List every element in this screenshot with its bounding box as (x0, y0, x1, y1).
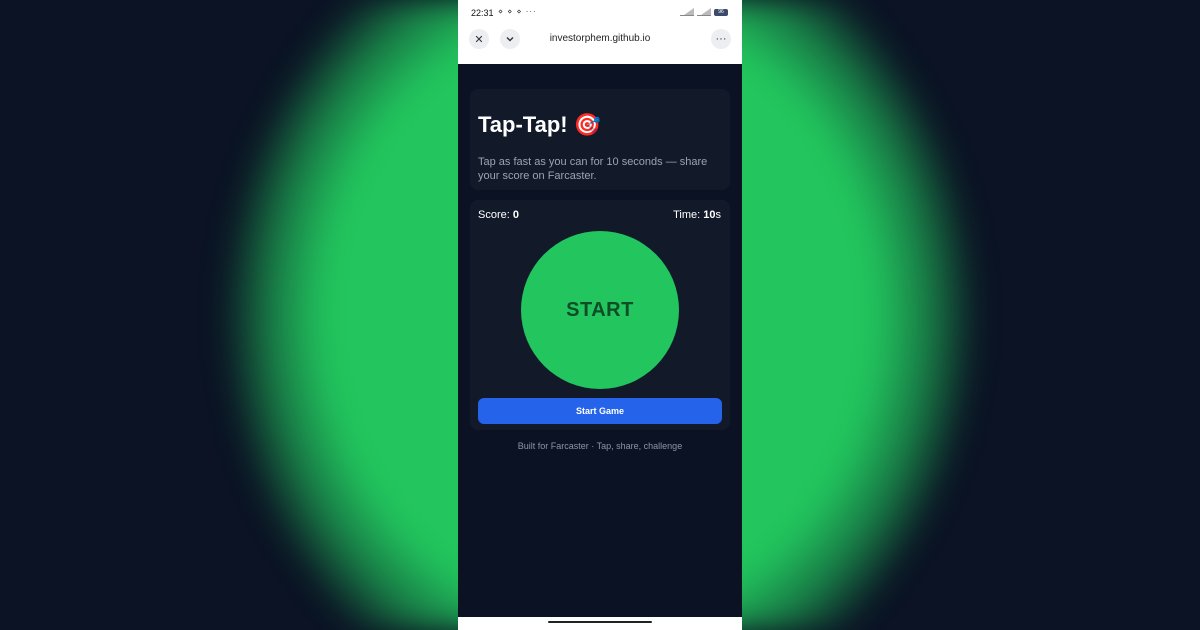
more-button[interactable]: ··· (711, 29, 731, 49)
header-card: Tap-Tap! 🎯 Tap as fast as you can for 10… (470, 89, 730, 190)
score-display: Score: 0 (478, 209, 519, 221)
tap-circle-label: START (566, 298, 634, 321)
game-card: Score: 0 Time: 10s START Start Game (470, 200, 730, 430)
page-title: Tap-Tap! 🎯 (478, 112, 602, 137)
time-value: 10 (703, 209, 716, 221)
home-indicator[interactable] (548, 621, 652, 623)
url-text[interactable]: investorphem.github.io (518, 33, 682, 44)
page-description: Tap as fast as you can for 10 seconds — … (478, 156, 708, 182)
start-game-button[interactable]: Start Game (478, 398, 722, 424)
more-icon: ··· (715, 33, 727, 45)
battery-icon: 96 (714, 8, 728, 16)
chevron-button[interactable] (500, 29, 520, 49)
browser-header: 22:31 ⋄ ⋄ ⋄ ··· 96 ✕ investorphem.github… (458, 0, 742, 64)
footer-text: Built for Farcaster · Tap, share, challe… (517, 441, 683, 451)
chevron-down-icon (506, 37, 514, 42)
navigation-bar (458, 617, 742, 630)
status-icons: 96 (680, 8, 728, 16)
signal-icon (697, 8, 711, 16)
tap-circle-button[interactable]: START (521, 231, 679, 389)
close-button[interactable]: ✕ (469, 29, 489, 49)
time-unit: s (715, 209, 722, 221)
phone-screen: 22:31 ⋄ ⋄ ⋄ ··· 96 ✕ investorphem.github… (458, 0, 742, 630)
time-label: Time: (673, 209, 704, 221)
status-time: 22:31 (471, 8, 494, 18)
score-label: Score: (478, 209, 513, 221)
status-notification-icons: ⋄ ⋄ ⋄ ··· (498, 7, 537, 16)
score-value: 0 (512, 209, 519, 221)
close-icon: ✕ (474, 33, 484, 46)
time-display: Time: 10s (673, 209, 721, 221)
signal-icon (680, 8, 694, 16)
